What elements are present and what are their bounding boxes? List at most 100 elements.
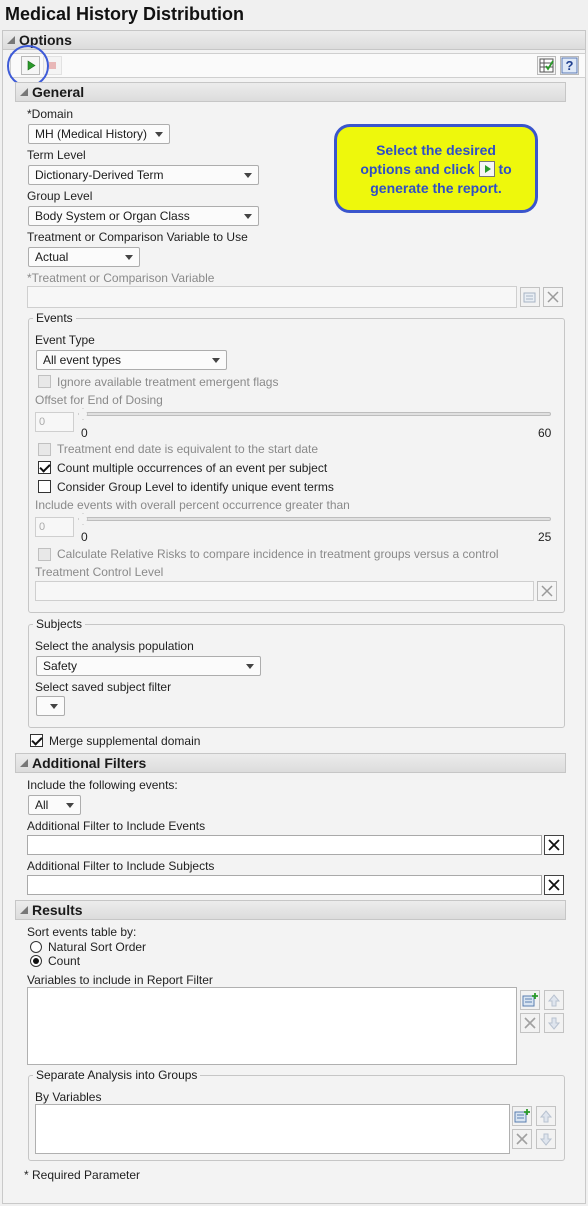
population-label: Select the analysis population (35, 639, 194, 653)
additional-filters-section-header[interactable]: Additional Filters (15, 753, 566, 773)
clear-filter-events-button[interactable] (544, 835, 564, 855)
treatment-var-use-select[interactable]: Actual (28, 247, 140, 267)
close-icon (524, 1017, 536, 1029)
callout-line-1: Select the desired (376, 142, 496, 158)
move-up-by-variable-button[interactable] (536, 1106, 556, 1126)
sort-count-radio[interactable] (30, 955, 42, 967)
domain-value: MH (Medical History) (35, 127, 148, 141)
pct-slider-track[interactable] (82, 517, 551, 521)
arrow-down-icon (547, 1017, 561, 1030)
sort-natural-label: Natural Sort Order (48, 940, 147, 954)
clear-control-level-button[interactable] (537, 581, 557, 601)
report-filter-label: Variables to include in Report Filter (27, 973, 213, 987)
ignore-flags-label: Ignore available treatment emergent flag… (57, 375, 279, 389)
collapse-triangle-icon[interactable] (20, 906, 28, 914)
chevron-down-icon (155, 132, 163, 137)
collapse-triangle-icon[interactable] (7, 36, 15, 44)
chevron-down-icon (244, 173, 252, 178)
add-treatment-var-button[interactable] (520, 287, 540, 307)
relative-risk-label: Calculate Relative Risks to compare inci… (57, 547, 499, 561)
close-icon (548, 879, 560, 891)
chevron-down-icon (244, 214, 252, 219)
general-section-header[interactable]: General (15, 82, 566, 102)
spreadsheet-icon (539, 58, 554, 73)
add-icon (523, 292, 536, 303)
options-section-header[interactable]: Options (2, 30, 586, 50)
close-icon (547, 291, 559, 303)
run-icon (478, 161, 495, 177)
move-down-by-variable-button[interactable] (536, 1129, 556, 1149)
remove-by-variable-button[interactable] (512, 1129, 532, 1149)
move-up-report-filter-button[interactable] (544, 990, 564, 1010)
domain-label: *Domain (27, 107, 74, 121)
results-section-header[interactable]: Results (15, 900, 566, 920)
svg-text:?: ? (566, 58, 574, 73)
include-events-value: All (35, 798, 49, 812)
filter-events-field[interactable] (27, 835, 542, 855)
arrow-down-icon (539, 1133, 553, 1146)
offset-label: Offset for End of Dosing (35, 393, 163, 407)
consider-group-checkbox[interactable] (38, 480, 51, 493)
sort-count-label: Count (48, 954, 81, 968)
term-level-label: Term Level (27, 148, 86, 162)
chevron-down-icon (246, 664, 254, 669)
subjects-title: Subjects (33, 617, 86, 631)
population-select[interactable]: Safety (36, 656, 261, 676)
event-type-select[interactable]: All event types (36, 350, 227, 370)
treat-end-checkbox[interactable] (38, 443, 51, 456)
include-pct-label: Include events with overall percent occu… (35, 498, 350, 512)
control-level-label: Treatment Control Level (35, 565, 164, 579)
spreadsheet-button[interactable] (537, 56, 556, 75)
instruction-callout: Select the desired options and click to … (334, 124, 538, 213)
collapse-triangle-icon[interactable] (20, 88, 28, 96)
count-multiple-label: Count multiple occurrences of an event p… (57, 461, 328, 475)
callout-line-3: generate the report. (370, 180, 502, 196)
clear-filter-subjects-button[interactable] (544, 875, 564, 895)
by-variables-list[interactable] (35, 1104, 510, 1154)
help-button[interactable]: ? (560, 56, 579, 75)
treat-end-label: Treatment end date is equivalent to the … (57, 442, 319, 456)
pct-input[interactable]: 0 (35, 517, 74, 537)
relative-risk-checkbox[interactable] (38, 548, 51, 561)
toolbar (10, 53, 586, 78)
add-report-filter-button[interactable] (520, 990, 540, 1010)
add-by-variable-button[interactable] (512, 1106, 532, 1126)
filter-subjects-label: Additional Filter to Include Subjects (27, 859, 215, 873)
move-down-report-filter-button[interactable] (544, 1013, 564, 1033)
pct-max: 25 (538, 530, 552, 544)
close-icon (541, 585, 553, 597)
merge-supplemental-checkbox[interactable] (30, 734, 43, 747)
group-level-label: Group Level (27, 189, 93, 203)
offset-input[interactable]: 0 (35, 412, 74, 432)
by-variables-label: By Variables (35, 1090, 102, 1104)
report-filter-list[interactable] (27, 987, 517, 1065)
term-level-select[interactable]: Dictionary-Derived Term (28, 165, 259, 185)
saved-filter-label: Select saved subject filter (35, 680, 172, 694)
ignore-flags-checkbox[interactable] (38, 375, 51, 388)
include-events-select[interactable]: All (28, 795, 81, 815)
treatment-var-field[interactable] (27, 286, 517, 308)
group-level-select[interactable]: Body System or Organ Class (28, 206, 259, 226)
remove-report-filter-button[interactable] (520, 1013, 540, 1033)
help-icon: ? (561, 57, 578, 74)
chevron-down-icon (212, 358, 220, 363)
control-level-field[interactable] (35, 581, 534, 601)
saved-filter-select[interactable] (36, 696, 65, 716)
count-multiple-checkbox[interactable] (38, 461, 51, 474)
term-level-value: Dictionary-Derived Term (35, 168, 164, 182)
sort-natural-radio[interactable] (30, 941, 42, 953)
required-note: * Required Parameter (24, 1168, 141, 1182)
offset-slider-track[interactable] (82, 412, 551, 416)
collapse-triangle-icon[interactable] (20, 759, 28, 767)
clear-treatment-var-button[interactable] (543, 287, 563, 307)
general-header-label: General (32, 84, 85, 100)
run-highlight-circle (7, 45, 49, 87)
additional-filters-header-label: Additional Filters (32, 755, 147, 771)
domain-select[interactable]: MH (Medical History) (28, 124, 170, 144)
filter-subjects-field[interactable] (27, 875, 542, 895)
offset-min: 0 (81, 426, 88, 440)
events-title: Events (33, 311, 76, 325)
group-level-value: Body System or Organ Class (35, 209, 190, 223)
merge-supplemental-label: Merge supplemental domain (49, 734, 201, 748)
treatment-var-label: *Treatment or Comparison Variable (27, 271, 215, 285)
